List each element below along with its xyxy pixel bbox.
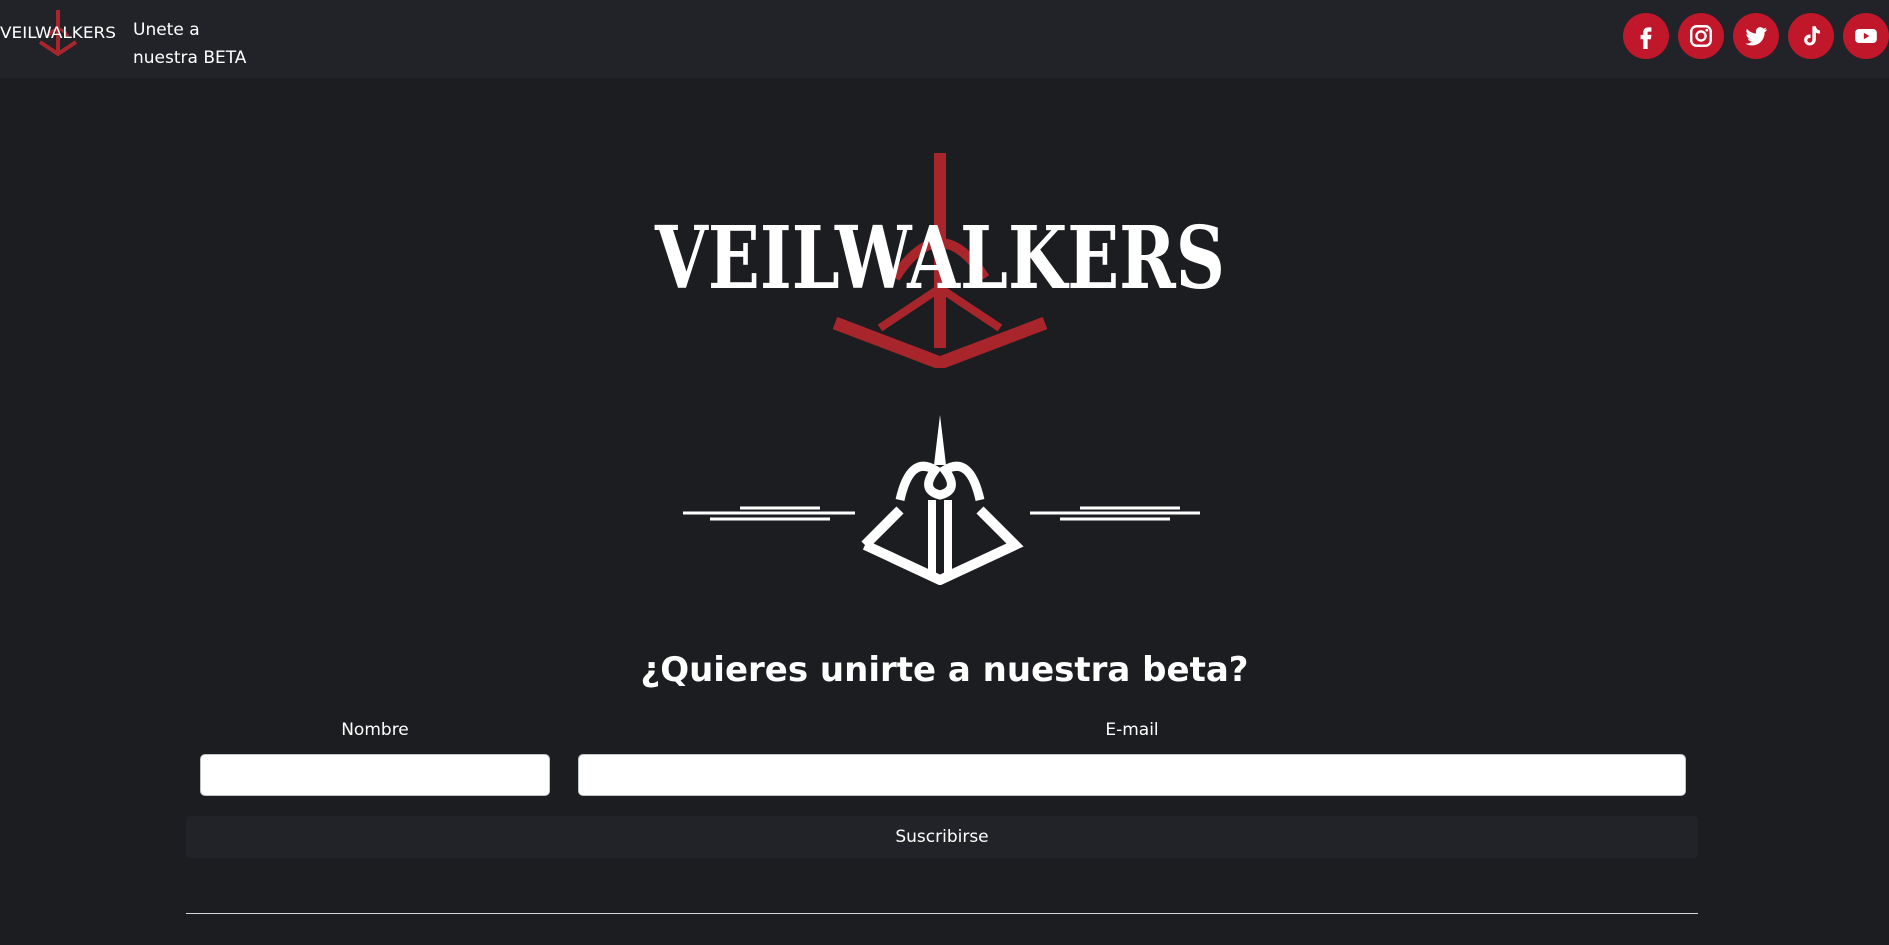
name-label: Nombre [341,720,409,740]
twitter-icon[interactable] [1733,13,1779,59]
beta-heading: ¿Quieres unirte a nuestra beta? [640,650,1249,690]
beta-nav-link[interactable]: Unete a nuestra BETA [133,16,263,72]
facebook-icon[interactable] [1623,13,1669,59]
nav-logo-text: VEILWALKERS [0,23,116,42]
email-input[interactable] [578,754,1686,796]
email-label: E-mail [1105,720,1159,740]
name-input[interactable] [200,754,550,796]
tiktok-icon[interactable] [1788,13,1834,59]
navbar: VEILWALKERS Unete a nuestra BETA [0,0,1889,78]
divider [186,913,1698,914]
subscribe-button[interactable]: Suscribirse [186,816,1698,858]
emblem-divider [683,415,1200,585]
instagram-icon[interactable] [1678,13,1724,59]
youtube-icon[interactable] [1843,13,1889,59]
veilwalkers-hero-logo: VEILWALKERS [654,153,1225,368]
social-links [1623,13,1889,59]
hero-logo-text: VEILWALKERS [654,208,1225,309]
nav-logo[interactable]: VEILWALKERS [0,10,116,58]
